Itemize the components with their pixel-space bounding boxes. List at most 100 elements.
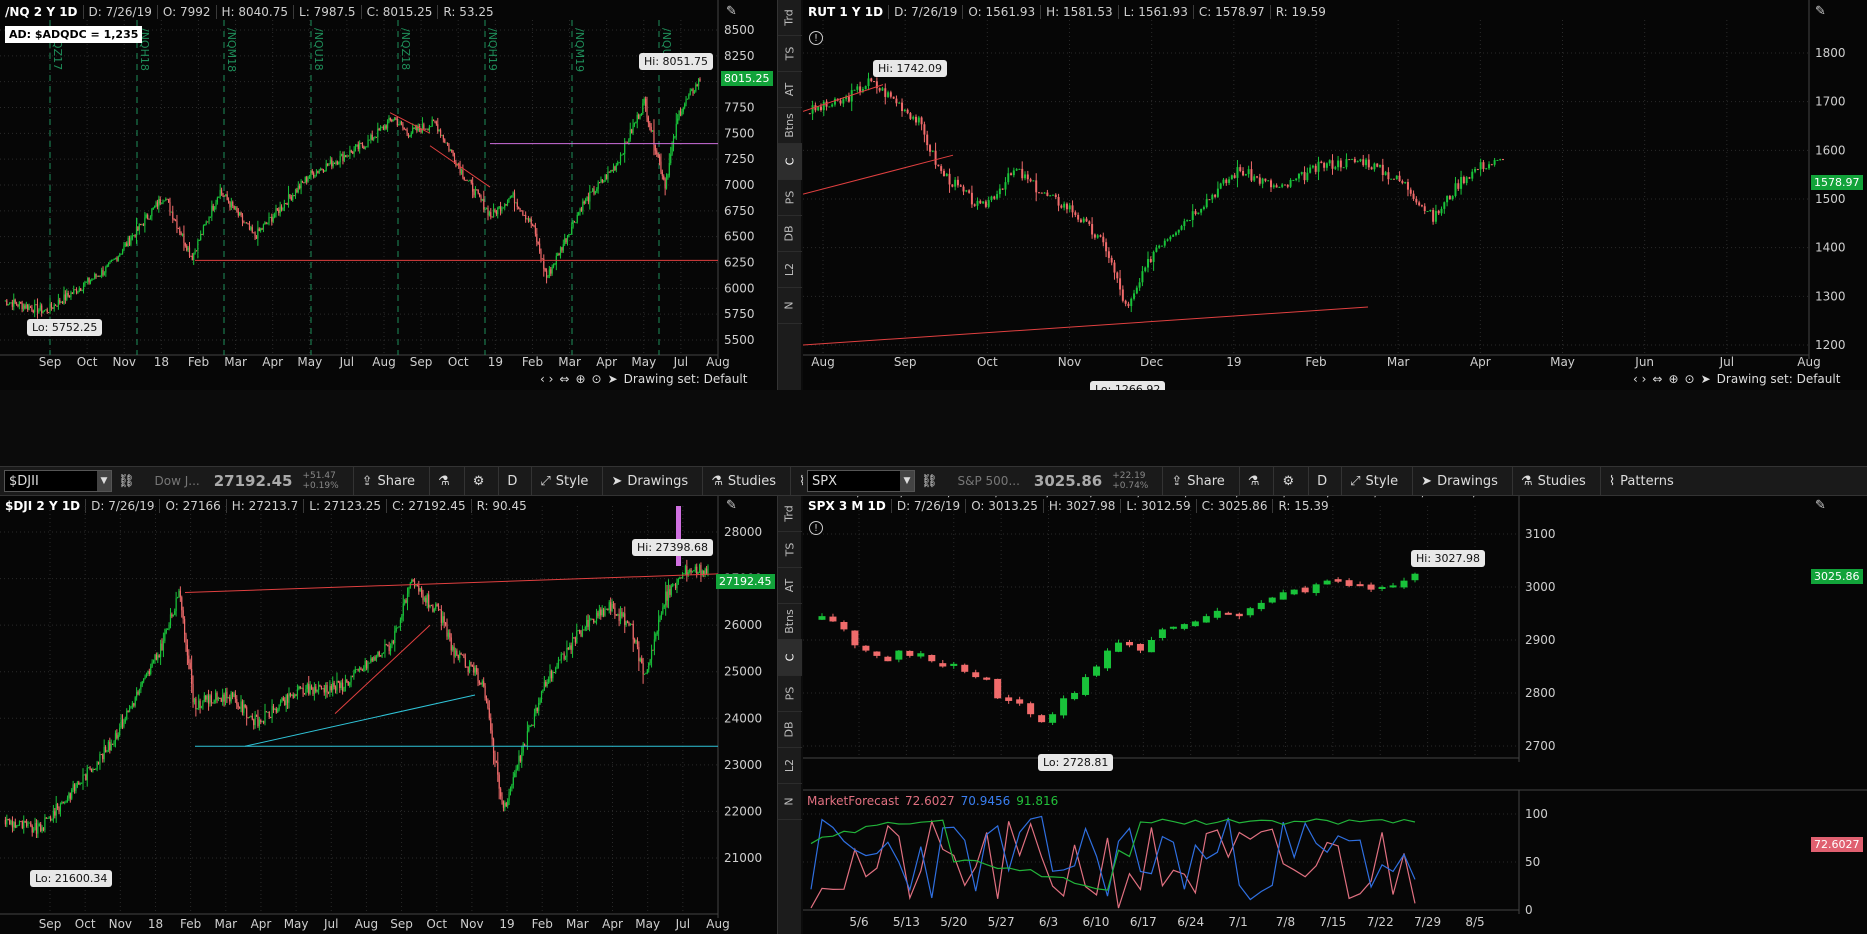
aggregation-button[interactable]: D	[498, 466, 517, 496]
dji-candle	[140, 684, 142, 690]
side-tabs-top-left: Trd TS AT Btns C PS DB L2 N	[777, 0, 802, 390]
crosshair-icon[interactable]: ⊕	[1668, 372, 1678, 386]
spx-symbol-input[interactable]: SPX ▼	[807, 470, 915, 492]
dji-y-tick: 26000	[724, 618, 762, 632]
rut-candle	[1133, 293, 1136, 299]
nq-drawing-set[interactable]: Drawing set: Default	[624, 372, 748, 386]
dji-candle	[265, 711, 268, 713]
spx-candle	[1005, 697, 1013, 701]
side-tab-n[interactable]: N	[777, 784, 802, 820]
side-tab-at[interactable]: AT	[777, 568, 802, 604]
dji-candle	[73, 784, 76, 791]
flask-button[interactable]: ⚗	[429, 466, 450, 496]
nq-candle	[476, 189, 478, 191]
dji-candles[interactable]: 2800027000260002500024000230002200021000…	[0, 496, 777, 934]
rut-candle	[940, 166, 943, 171]
flask-button[interactable]: ⚗	[1238, 466, 1259, 496]
rut-candle	[1063, 203, 1066, 208]
dji-candle	[556, 665, 558, 669]
expand-icon[interactable]: ⇔	[559, 372, 569, 386]
zoom-icon[interactable]: ⊙	[592, 372, 602, 386]
aggregation-button[interactable]: D	[1308, 466, 1327, 496]
nq-candle	[114, 257, 117, 259]
study-y-tick: 0	[1525, 903, 1533, 917]
link-icon[interactable]: ⛓	[921, 474, 938, 489]
dji-chart-pane[interactable]: $DJI 2 Y 1D D: 7/26/19 O: 27166 H: 27213…	[0, 496, 777, 934]
side-tab-ts[interactable]: TS	[777, 36, 802, 72]
side-tab-ps[interactable]: PS	[777, 676, 802, 712]
spx-x-tick: 7/8	[1276, 915, 1295, 929]
side-tab-l2[interactable]: L2	[777, 252, 802, 288]
side-tab-at[interactable]: AT	[777, 72, 802, 108]
side-tab-n[interactable]: N	[777, 288, 802, 324]
dji-symbol-input[interactable]: $DJII ▼	[4, 470, 112, 492]
side-tab-trd[interactable]: Trd	[777, 0, 802, 36]
settings-button[interactable]: ⚙	[1273, 466, 1294, 496]
side-tab-db[interactable]: DB	[777, 216, 802, 252]
expand-icon[interactable]: ⇔	[1652, 372, 1662, 386]
side-tab-ts[interactable]: TS	[777, 532, 802, 568]
spx-candle	[1378, 587, 1386, 589]
info-icon[interactable]: !	[809, 521, 823, 535]
dji-candle	[545, 682, 547, 687]
rut-candle	[1057, 196, 1060, 206]
dji-candle	[346, 679, 348, 682]
side-tab-c[interactable]: C	[777, 144, 802, 180]
spx-candle	[1104, 650, 1112, 669]
rut-candle	[1295, 178, 1298, 180]
style-button[interactable]: ⤢ Style	[531, 466, 588, 496]
zoom-icon[interactable]: ⊙	[1685, 372, 1695, 386]
patterns-button[interactable]: ⌇Patterns	[1599, 466, 1674, 496]
chevron-down-icon[interactable]: ▼	[97, 471, 111, 491]
rut-candle	[1292, 179, 1295, 181]
side-tab-trd[interactable]: Trd	[777, 496, 802, 532]
side-tab-btns[interactable]: Btns	[777, 604, 802, 640]
nq-candle	[360, 142, 362, 144]
side-tab-c[interactable]: C	[777, 640, 802, 676]
share-button[interactable]: ⇪ Share	[352, 466, 415, 496]
link-icon[interactable]: ⛓	[118, 474, 135, 489]
rut-drawing-set[interactable]: Drawing set: Default	[1717, 372, 1841, 386]
cursor-icon[interactable]: ➤	[608, 372, 618, 386]
drawing-pen-icon[interactable]: ✎	[1815, 4, 1837, 22]
dji-candle	[689, 569, 691, 573]
rut-chart-pane[interactable]: RUT 1 Y 1D D: 7/26/19 O: 1561.93 H: 1581…	[803, 0, 1867, 390]
scroll-left-icon[interactable]: ‹ ›	[1633, 372, 1646, 386]
rut-candle	[1194, 211, 1197, 215]
studies-button[interactable]: ⚗ Studies	[1511, 466, 1586, 496]
nq-candle	[335, 161, 337, 164]
studies-button[interactable]: ⚗ Studies	[702, 466, 776, 496]
scroll-left-icon[interactable]: ‹ ›	[540, 372, 553, 386]
rut-candle	[1096, 235, 1099, 238]
drawing-pen-icon[interactable]: ✎	[726, 498, 748, 516]
nq-candle	[428, 126, 431, 130]
side-tab-l2[interactable]: L2	[777, 748, 802, 784]
nq-candle	[525, 215, 527, 220]
share-button[interactable]: ⇪ Share	[1162, 466, 1225, 496]
settings-button[interactable]: ⚙	[463, 466, 484, 496]
dji-candle	[447, 632, 450, 637]
side-tab-db[interactable]: DB	[777, 712, 802, 748]
drawings-button[interactable]: ➤ Drawings	[1412, 466, 1498, 496]
spx-candles[interactable]: 310030002900280027005/65/135/205/276/36/…	[803, 496, 1867, 934]
dji-candle	[583, 629, 585, 631]
info-icon[interactable]: !	[809, 31, 823, 45]
chevron-down-icon[interactable]: ▼	[900, 471, 914, 491]
dji-candle	[320, 686, 323, 689]
nq-candle	[540, 251, 542, 259]
rut-candle	[1032, 180, 1035, 182]
cursor-icon[interactable]: ➤	[1701, 372, 1711, 386]
nq-candle	[472, 182, 474, 192]
side-tab-btns[interactable]: Btns	[777, 108, 802, 144]
drawing-pen-icon[interactable]: ✎	[726, 4, 748, 22]
crosshair-icon[interactable]: ⊕	[575, 372, 585, 386]
dji-candle	[514, 773, 516, 778]
rut-candles[interactable]: 1800170016001500140013001200Aug Sep Oct Nov…	[803, 0, 1867, 390]
nq-chart-pane[interactable]: /NQ 2 Y 1D D: 7/26/19 O: 7992 H: 8040.75…	[0, 0, 777, 390]
spx-chart-pane[interactable]: SPX 3 M 1D D: 7/26/19 O: 3013.25 H: 3027…	[803, 496, 1867, 934]
drawing-pen-icon[interactable]: ✎	[1815, 498, 1837, 516]
style-button[interactable]: ⤢ Style	[1341, 466, 1398, 496]
rut-candle	[1270, 180, 1272, 188]
side-tab-ps[interactable]: PS	[777, 180, 802, 216]
drawings-button[interactable]: ➤ Drawings	[602, 466, 688, 496]
